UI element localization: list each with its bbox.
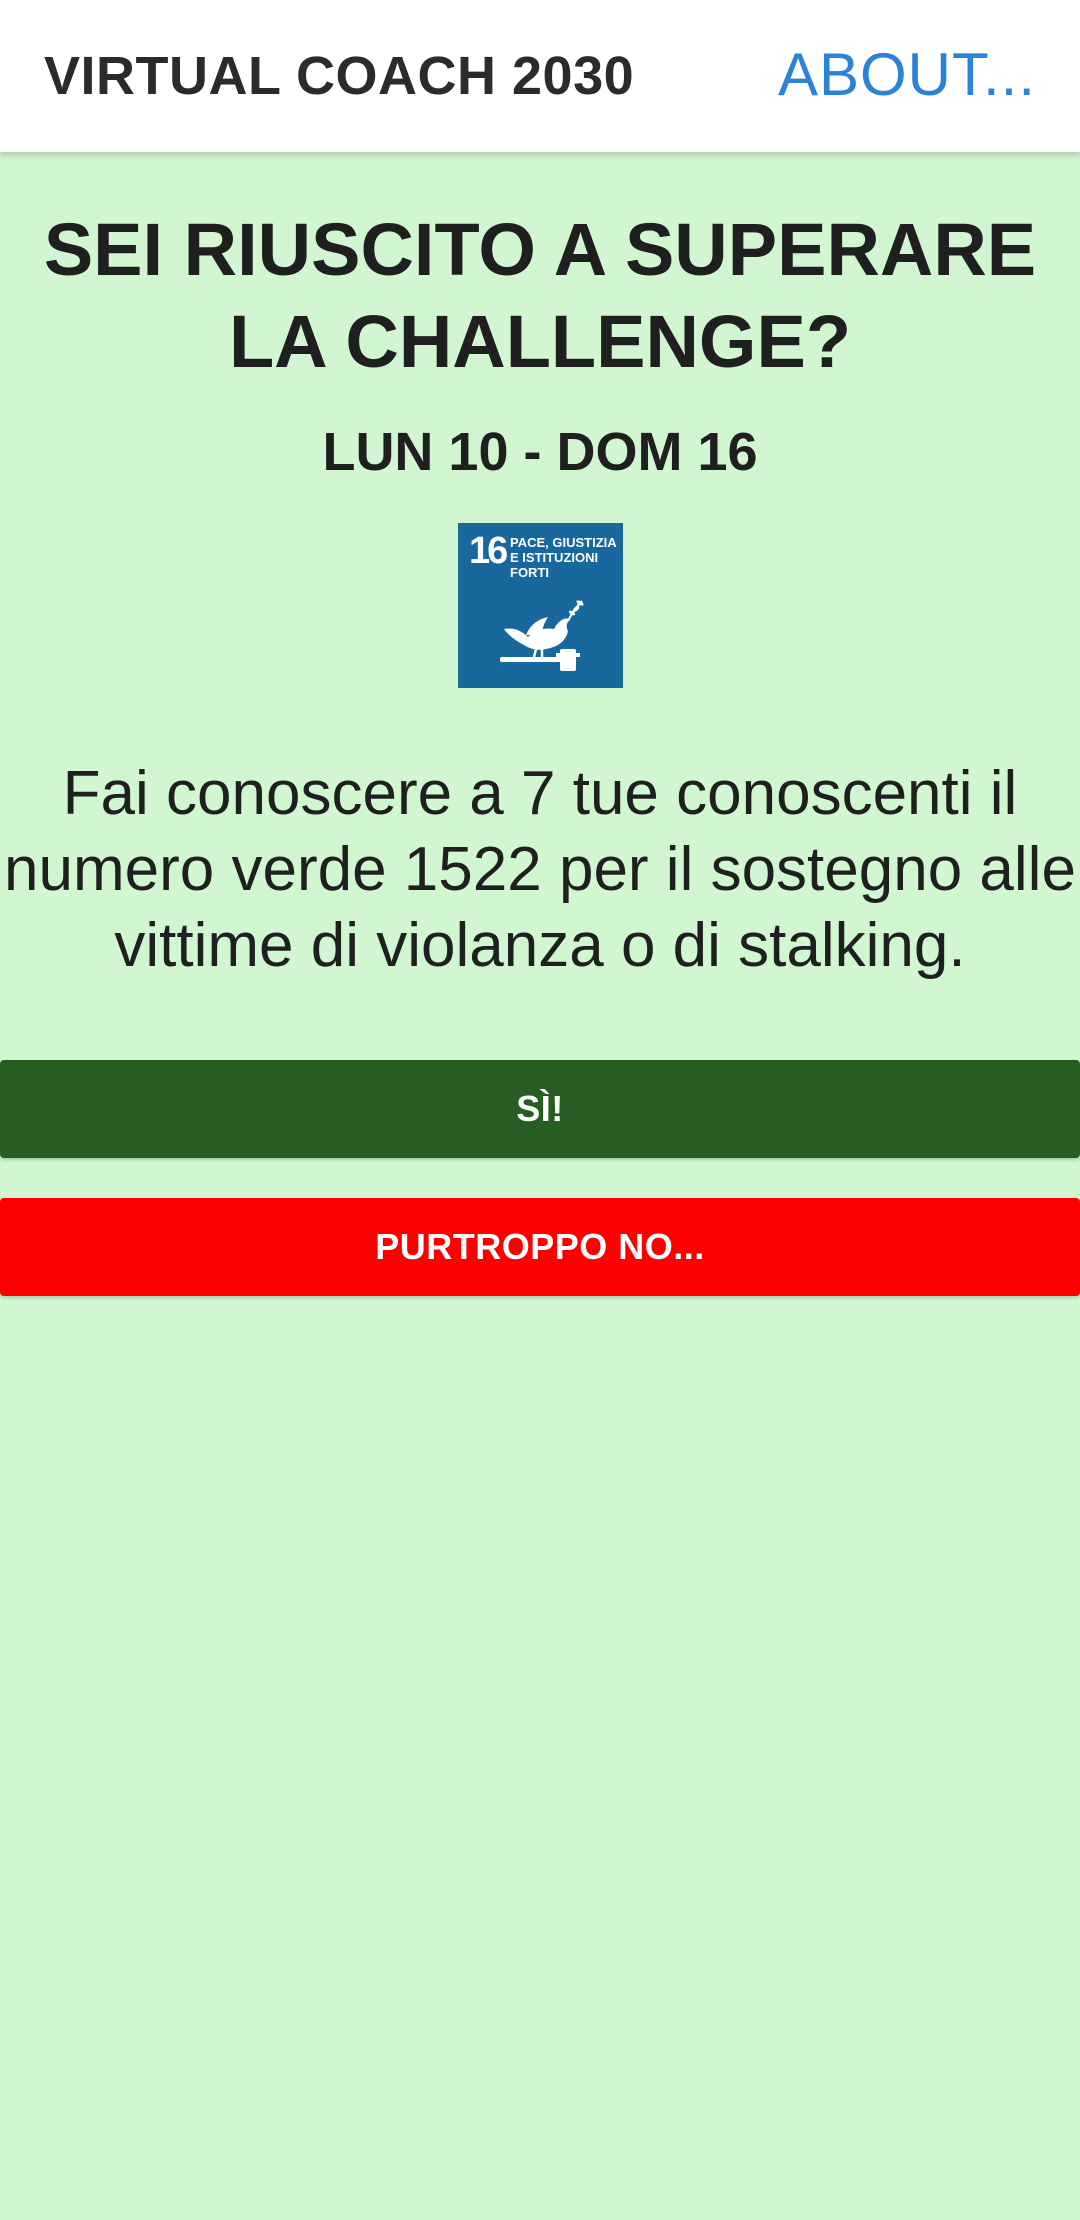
top-app-bar: VIRTUAL COACH 2030 ABOUT... — [0, 0, 1080, 152]
challenge-description: Fai conoscere a 7 tue conoscenti il nume… — [4, 759, 1076, 980]
sdg-label: PACE, GIUSTIZIA E ISTITUZIONI FORTI — [510, 535, 617, 580]
app-screen: VIRTUAL COACH 2030 ABOUT... SEI RIUSCITO… — [0, 0, 1080, 2220]
challenge-date-range: LUN 10 - DOM 16 — [322, 422, 758, 482]
no-button[interactable]: PURTROPPO NO... — [0, 1198, 1080, 1296]
about-button[interactable]: ABOUT... — [778, 40, 1036, 110]
app-title: VIRTUAL COACH 2030 — [44, 46, 635, 106]
yes-button[interactable]: SÌ! — [0, 1060, 1080, 1158]
sdg-number: 16 — [469, 530, 508, 572]
sdg-16-badge: 16 PACE, GIUSTIZIA E ISTITUZIONI FORTI — [458, 523, 623, 688]
challenge-question: SEI RIUSCITO A SUPERARE LA CHALLENGE? — [43, 208, 1037, 383]
challenge-content: SEI RIUSCITO A SUPERARE LA CHALLENGE? LU… — [0, 152, 1080, 2220]
dove-gavel-icon — [500, 600, 584, 671]
